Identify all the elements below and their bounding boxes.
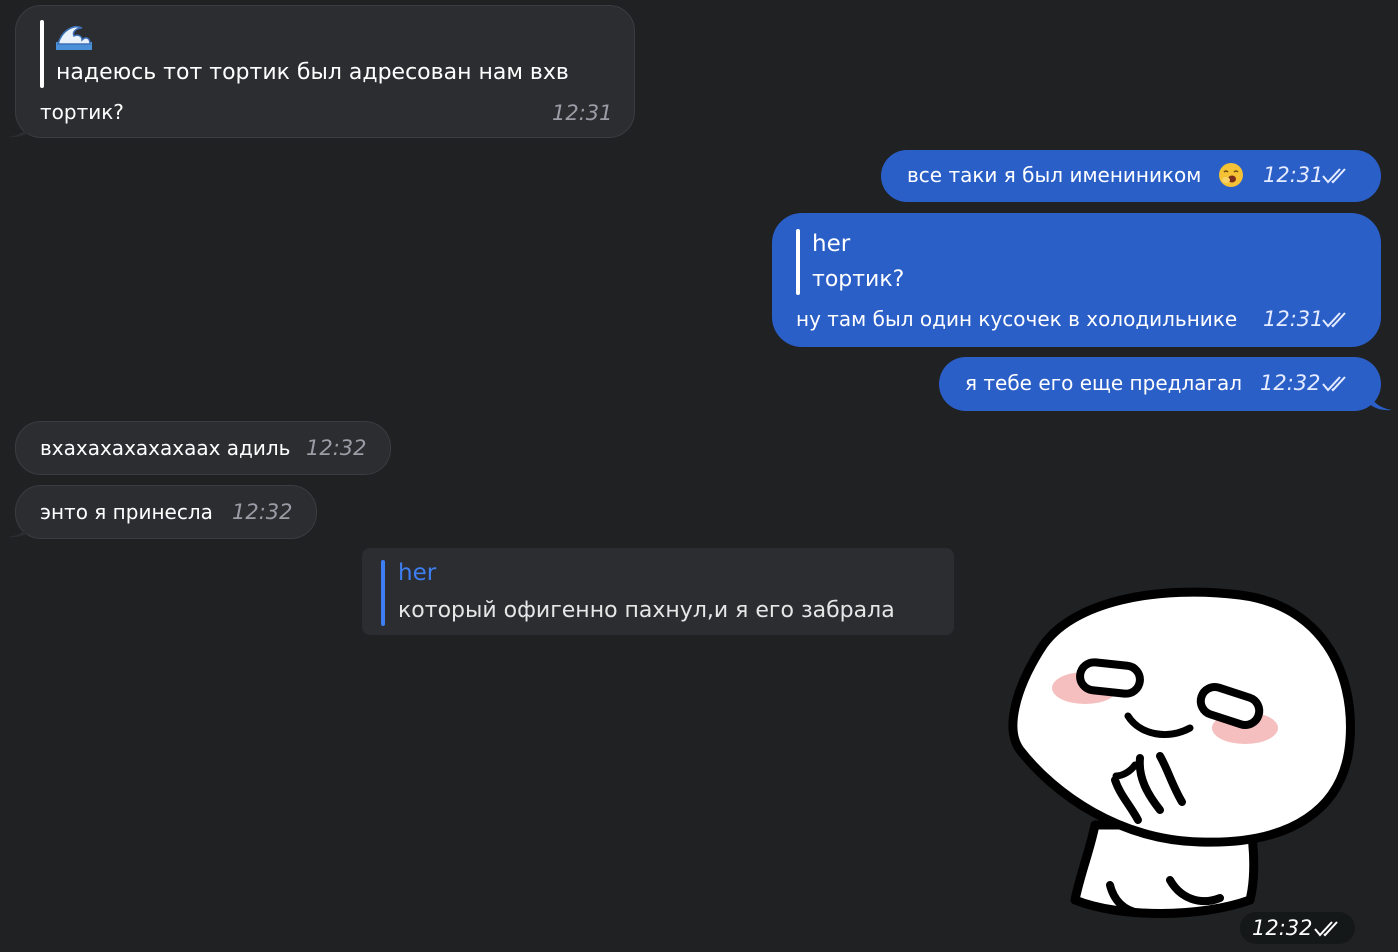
sticker-reply-header[interactable]: her который офигенно пахнул,и я его забр… bbox=[362, 548, 954, 635]
reply-bar bbox=[40, 20, 44, 88]
sticker-time-badge: 12:32 bbox=[1240, 912, 1355, 944]
message-outgoing[interactable]: я тебе его еще предлагал 12:32 bbox=[939, 357, 1381, 411]
message-text: ну там был один кусочек в холодильнике bbox=[796, 307, 1238, 331]
message-incoming[interactable]: надеюсь тот тортик был адресован нам вхв… bbox=[15, 5, 635, 138]
reply-bar bbox=[796, 229, 800, 295]
bubble-tail bbox=[6, 116, 32, 138]
message-time: 12:31 bbox=[1263, 307, 1324, 331]
message-text: я тебе его еще предлагал bbox=[965, 371, 1243, 395]
reply-bar bbox=[381, 560, 385, 626]
reply-sender: her bbox=[812, 231, 851, 257]
reply-sender: her bbox=[398, 560, 437, 586]
message-outgoing[interactable]: her тортик? ну там был один кусочек в хо… bbox=[772, 213, 1381, 347]
read-checkmarks-icon bbox=[1322, 312, 1346, 328]
reply-text: который офигенно пахнул,и я его забрала bbox=[398, 598, 895, 623]
message-time: 12:31 bbox=[552, 101, 613, 125]
bubble-tail bbox=[6, 516, 32, 538]
shy-blushing-character-sticker[interactable] bbox=[1000, 580, 1365, 930]
message-time: 12:32 bbox=[306, 436, 367, 460]
bubble-tail bbox=[1368, 388, 1392, 411]
read-checkmarks-icon bbox=[1314, 921, 1338, 937]
message-text: тортик? bbox=[40, 100, 124, 124]
message-incoming[interactable]: энто я принесла 12:32 bbox=[15, 485, 317, 539]
read-checkmarks-icon bbox=[1322, 168, 1346, 184]
message-time: 12:32 bbox=[1260, 371, 1321, 395]
read-checkmarks-icon bbox=[1322, 376, 1346, 392]
message-outgoing[interactable]: все таки я был имениником 12:31 bbox=[881, 150, 1381, 202]
reply-text: тортик? bbox=[812, 267, 905, 292]
wave-icon bbox=[56, 22, 92, 50]
message-time: 12:32 bbox=[1252, 916, 1313, 940]
message-text: все таки я был имениником bbox=[907, 163, 1202, 187]
message-time: 12:32 bbox=[232, 500, 293, 524]
message-time: 12:31 bbox=[1263, 163, 1324, 187]
reply-text: надеюсь тот тортик был адресован нам вхв bbox=[56, 60, 569, 85]
message-text: вхахахахахахаах адиль bbox=[40, 436, 291, 460]
yawning-face-emoji bbox=[1218, 162, 1244, 188]
message-text: энто я принесла bbox=[40, 500, 213, 524]
message-incoming[interactable]: вхахахахахахаах адиль 12:32 bbox=[15, 421, 391, 475]
